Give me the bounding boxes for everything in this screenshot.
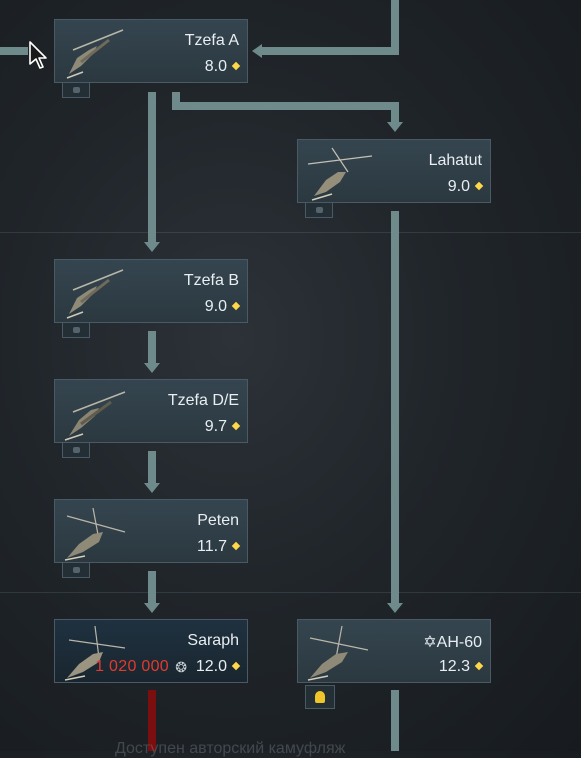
vehicle-name: Tzefa B — [183, 272, 239, 289]
vehicle-name: Saraph — [187, 632, 239, 649]
vehicle-name: ✡AH-60 — [423, 634, 482, 651]
vehicle-type-tag — [62, 82, 90, 98]
connector-arrow — [144, 603, 160, 613]
connector-arrow — [387, 122, 403, 132]
vehicle-type-tag — [62, 322, 90, 338]
connector — [391, 690, 399, 751]
vehicle-card-tzefa-de[interactable]: Tzefa D/E 9.7 — [54, 379, 248, 443]
connector — [391, 211, 399, 603]
connector-arrow — [144, 242, 160, 252]
br-diamond-icon — [231, 541, 241, 551]
tooltip-text: Доступен авторский камуфляж — [115, 740, 346, 757]
mouse-cursor-icon — [29, 41, 47, 69]
br-diamond-icon — [231, 421, 241, 431]
helicopter-icon — [66, 269, 124, 319]
connector-arrow — [387, 603, 403, 613]
battle-rating: 11.7 — [197, 538, 241, 556]
vehicle-card-peten[interactable]: Peten 11.7 — [54, 499, 248, 563]
battle-rating: 9.0 — [448, 178, 484, 196]
helicopter-icon — [307, 625, 369, 681]
vehicle-name: Peten — [197, 512, 239, 529]
vehicle-type-tag — [62, 562, 90, 578]
battle-rating: 12.3 — [439, 658, 484, 676]
connector — [262, 47, 399, 55]
vehicle-type-tag — [62, 442, 90, 458]
vehicle-type-tag — [305, 202, 333, 218]
vehicle-card-tzefa-b[interactable]: Tzefa B 9.0 — [54, 259, 248, 323]
connector-arrow — [144, 363, 160, 373]
connector — [148, 92, 156, 242]
helicopter-icon — [64, 391, 126, 441]
vehicle-name: Tzefa A — [184, 32, 239, 49]
br-diamond-icon — [231, 661, 241, 671]
premium-pilot-tag — [305, 685, 335, 709]
battle-rating: 8.0 — [205, 58, 241, 76]
connector — [0, 47, 28, 55]
br-diamond-icon — [231, 61, 241, 71]
connector — [148, 451, 156, 483]
vehicle-name: Tzefa D/E — [167, 392, 239, 409]
vehicle-card-saraph[interactable]: Saraph 1 020 000 ❂ 12.0 — [54, 619, 248, 683]
helicopter-icon — [64, 507, 126, 561]
connector-arrow — [252, 44, 262, 58]
br-diamond-icon — [474, 181, 484, 191]
br-diamond-icon — [474, 661, 484, 671]
vehicle-card-ah-60[interactable]: ✡AH-60 12.3 — [297, 619, 491, 683]
battle-rating: 9.7 — [205, 418, 241, 436]
br-diamond-icon — [231, 301, 241, 311]
connector — [148, 571, 156, 603]
connector-arrow — [144, 483, 160, 493]
research-cost: 1 020 000 — [95, 658, 169, 675]
battle-rating: 9.0 — [205, 298, 241, 316]
vehicle-card-lahatut[interactable]: Lahatut 9.0 — [297, 139, 491, 203]
connector — [391, 102, 399, 122]
silver-lion-icon: ❂ — [175, 659, 187, 675]
helicopter-icon — [307, 147, 373, 201]
vehicle-card-tzefa-a[interactable]: Tzefa A 8.0 — [54, 19, 248, 83]
battle-rating: 12.0 — [196, 658, 241, 676]
tier-divider — [0, 232, 581, 233]
helicopter-icon — [66, 29, 124, 79]
connector — [148, 331, 156, 363]
connector — [172, 102, 399, 110]
tier-divider — [0, 592, 581, 593]
vehicle-name: Lahatut — [428, 152, 482, 169]
